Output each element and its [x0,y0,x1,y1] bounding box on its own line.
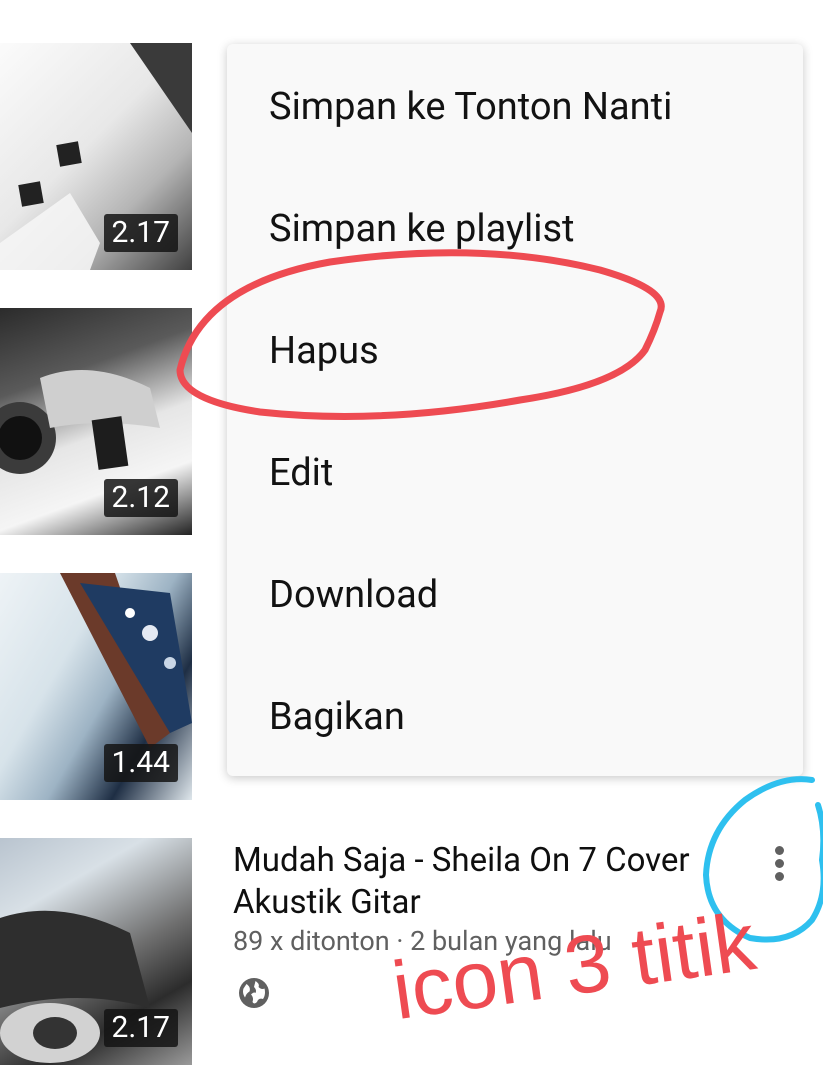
duration-badge: 1.44 [103,744,178,782]
globe-icon [239,978,269,1008]
video-thumbnail[interactable]: 2.12 [0,308,192,535]
menu-item-delete[interactable]: Hapus [269,321,769,381]
menu-item-download[interactable]: Download [269,565,769,625]
video-thumbnail[interactable]: 2.17 [0,43,192,270]
menu-item-save-playlist[interactable]: Simpan ke playlist [269,199,769,259]
video-thumbnail[interactable]: 2.17 [0,838,192,1065]
menu-item-share[interactable]: Bagikan [269,687,769,747]
menu-item-save-watch-later[interactable]: Simpan ke Tonton Nanti [269,77,769,137]
duration-badge: 2.17 [103,1009,178,1047]
duration-badge: 2.12 [103,479,178,517]
context-menu: Simpan ke Tonton Nanti Simpan ke playlis… [227,44,803,776]
video-thumbnail[interactable]: 1.44 [0,573,192,800]
menu-item-edit[interactable]: Edit [269,443,769,503]
duration-badge: 2.17 [103,214,178,252]
more-vert-icon[interactable] [762,838,798,888]
